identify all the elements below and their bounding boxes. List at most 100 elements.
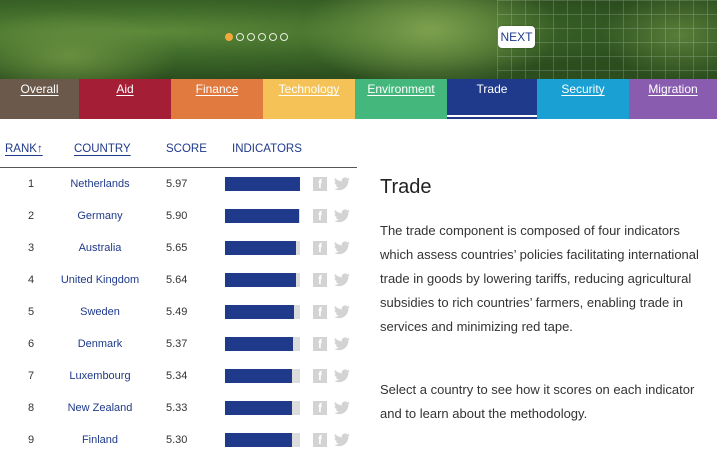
- category-tabs: Overall Aid Finance Technology Environment Tr…: [0, 79, 717, 119]
- slide-dot[interactable]: [258, 33, 266, 41]
- country-link[interactable]: New Zealand: [40, 401, 160, 415]
- indicators-header: INDICATORS: [232, 143, 302, 155]
- table-row[interactable]: 8 New Zealand 5.33 f: [0, 401, 357, 433]
- twitter-icon[interactable]: [334, 273, 350, 287]
- tab-environment[interactable]: Environment: [355, 79, 447, 119]
- tab-label: Technology: [278, 82, 340, 96]
- indicator-bar-fill: [225, 433, 292, 447]
- facebook-icon[interactable]: f: [313, 177, 327, 191]
- tab-label: Security: [561, 82, 605, 96]
- tab-migration[interactable]: Migration: [629, 79, 717, 119]
- indicator-bar-fill: [225, 305, 294, 319]
- table-row[interactable]: 7 Luxembourg 5.34 f: [0, 369, 357, 401]
- score-cell: 5.65: [166, 242, 188, 254]
- facebook-icon[interactable]: f: [313, 433, 327, 447]
- table-row[interactable]: 9 Finland 5.30 f: [0, 433, 357, 465]
- slide-dot[interactable]: [225, 33, 233, 41]
- tab-security[interactable]: Security: [537, 79, 629, 119]
- country-link[interactable]: Luxembourg: [40, 369, 160, 383]
- score-cell: 5.64: [166, 274, 188, 286]
- facebook-icon[interactable]: f: [313, 209, 327, 223]
- facebook-icon[interactable]: f: [313, 273, 327, 287]
- facebook-icon[interactable]: f: [313, 337, 327, 351]
- indicator-bar-fill: [225, 241, 297, 255]
- twitter-icon[interactable]: [334, 209, 350, 223]
- country-link[interactable]: United Kingdom: [40, 273, 160, 287]
- facebook-icon[interactable]: f: [313, 401, 327, 415]
- rank-cell: 8: [27, 402, 35, 414]
- indicator-bar: [225, 337, 300, 351]
- indicator-bar: [225, 401, 300, 415]
- tab-label: Overall: [20, 82, 59, 96]
- score-cell: 5.97: [166, 178, 188, 190]
- twitter-icon[interactable]: [334, 305, 350, 319]
- panel-title: Trade: [380, 176, 432, 198]
- tab-label: Environment: [367, 82, 435, 96]
- country-link[interactable]: Denmark: [40, 337, 160, 351]
- indicator-bar: [225, 177, 300, 191]
- arrow-up-icon: ↑: [36, 143, 43, 155]
- table-row[interactable]: 1 Netherlands 5.97 f: [0, 177, 357, 209]
- indicator-bar: [225, 241, 300, 255]
- score-cell: 5.90: [166, 210, 188, 222]
- rank-cell: 3: [27, 242, 35, 254]
- indicator-bar-fill: [225, 273, 296, 287]
- country-header[interactable]: COUNTRY: [74, 143, 131, 155]
- rank-cell: 2: [27, 210, 35, 222]
- hero-glow: [0, 10, 180, 79]
- country-link[interactable]: Netherlands: [40, 177, 160, 191]
- slide-dot[interactable]: [280, 33, 288, 41]
- panel-description: The trade component is composed of four …: [380, 223, 699, 334]
- table-row[interactable]: 4 United Kingdom 5.64 f: [0, 273, 357, 305]
- score-cell: 5.49: [166, 306, 188, 318]
- score-cell: 5.33: [166, 402, 188, 414]
- next-button[interactable]: NEXT: [498, 26, 535, 48]
- tab-label: Migration: [648, 82, 698, 96]
- indicator-bar: [225, 209, 300, 223]
- rank-header-label: RANK: [5, 143, 37, 155]
- twitter-icon[interactable]: [334, 337, 350, 351]
- indicator-bar: [225, 305, 300, 319]
- slide-dot[interactable]: [269, 33, 277, 41]
- score-cell: 5.34: [166, 370, 188, 382]
- facebook-icon[interactable]: f: [313, 305, 327, 319]
- table-row[interactable]: 5 Sweden 5.49 f: [0, 305, 357, 337]
- rank-header[interactable]: RANK↑: [5, 143, 43, 155]
- country-link[interactable]: Australia: [40, 241, 160, 255]
- tab-overall[interactable]: Overall: [0, 79, 79, 119]
- slide-indicator: [225, 33, 288, 41]
- country-link[interactable]: Sweden: [40, 305, 160, 319]
- twitter-icon[interactable]: [334, 401, 350, 415]
- table-row[interactable]: 2 Germany 5.90 f: [0, 209, 357, 241]
- indicator-bar: [225, 369, 300, 383]
- twitter-icon[interactable]: [334, 177, 350, 191]
- facebook-icon[interactable]: f: [313, 241, 327, 255]
- indicator-bar-fill: [225, 209, 300, 223]
- indicator-bar: [225, 273, 300, 287]
- twitter-icon[interactable]: [334, 369, 350, 383]
- tab-trade[interactable]: Trade: [447, 79, 537, 119]
- tab-technology[interactable]: Technology: [263, 79, 355, 119]
- twitter-icon[interactable]: [334, 241, 350, 255]
- hero-banner: NEXT: [0, 0, 717, 79]
- facebook-icon[interactable]: f: [313, 369, 327, 383]
- rank-cell: 1: [27, 178, 35, 190]
- tab-finance[interactable]: Finance: [171, 79, 263, 119]
- score-cell: 5.37: [166, 338, 188, 350]
- twitter-icon[interactable]: [334, 433, 350, 447]
- country-link[interactable]: Finland: [40, 433, 160, 447]
- score-header: SCORE: [166, 143, 207, 155]
- country-link[interactable]: Germany: [40, 209, 160, 223]
- rank-cell: 6: [27, 338, 35, 350]
- slide-dot[interactable]: [247, 33, 255, 41]
- table-row[interactable]: 3 Australia 5.65 f: [0, 241, 357, 273]
- table-row[interactable]: 6 Denmark 5.37 f: [0, 337, 357, 369]
- rank-cell: 4: [27, 274, 35, 286]
- tab-aid[interactable]: Aid: [79, 79, 171, 119]
- rank-cell: 5: [27, 306, 35, 318]
- indicator-bar-fill: [225, 369, 292, 383]
- slide-dot[interactable]: [236, 33, 244, 41]
- indicator-bar-fill: [225, 177, 300, 191]
- tab-label: Aid: [116, 82, 134, 96]
- rank-cell: 7: [27, 370, 35, 382]
